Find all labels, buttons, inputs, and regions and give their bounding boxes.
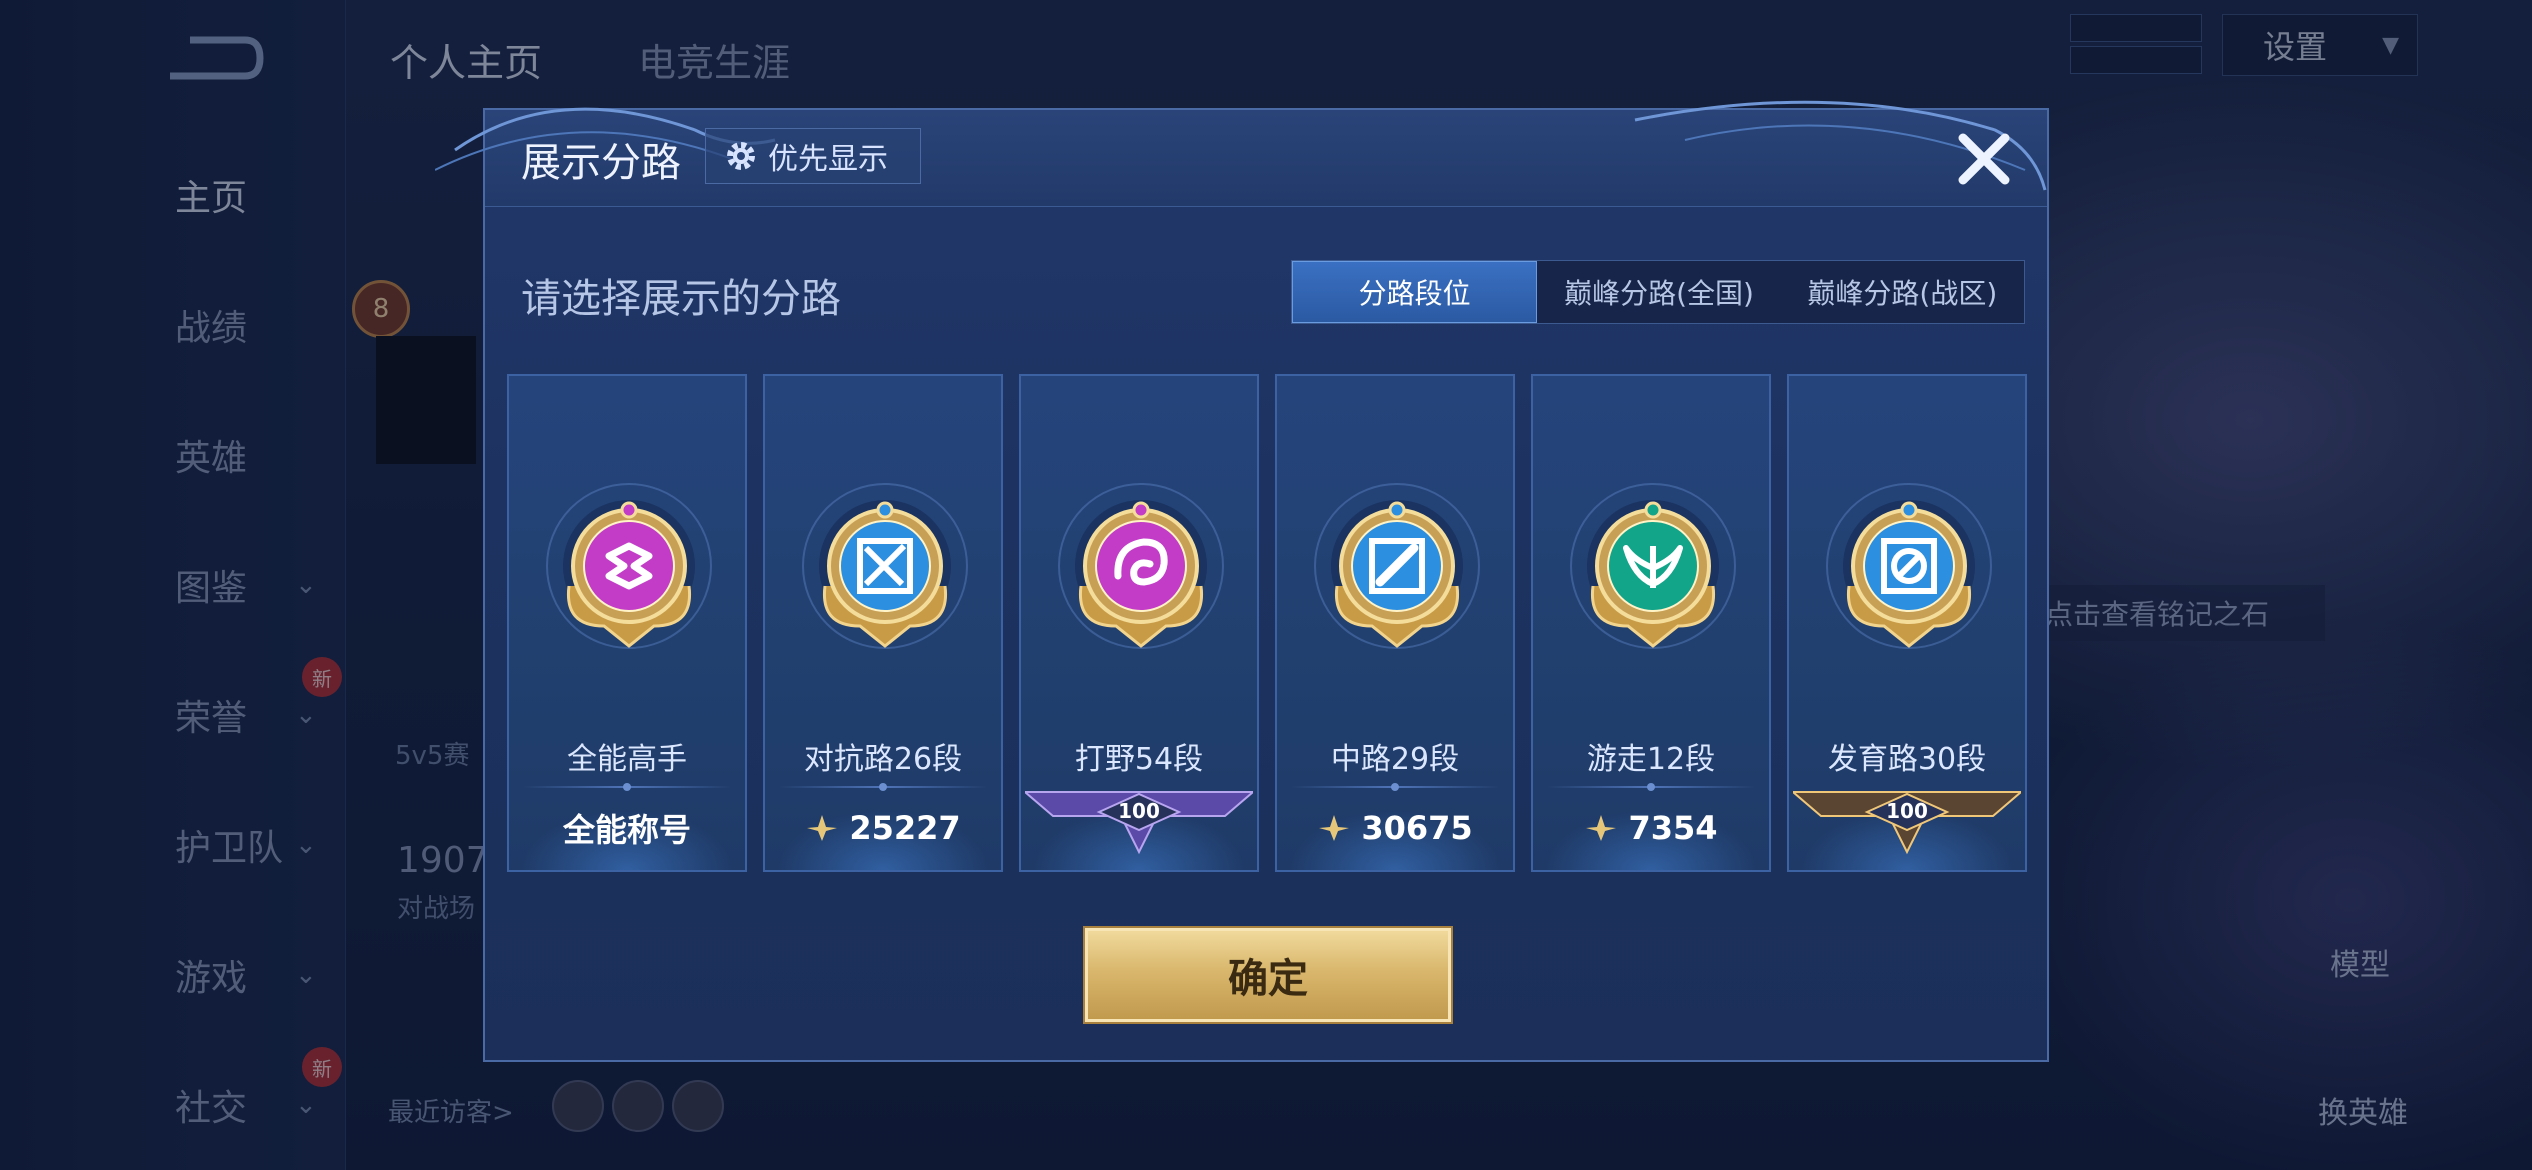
rank-star-ribbon-icon: 100: [1793, 791, 2021, 855]
lane-card-label: 游走12段: [1586, 742, 1716, 777]
lane-card-label: 对抗路26段: [803, 742, 963, 777]
lane-card[interactable]: 对抗路26段 25227: [763, 374, 1003, 872]
lane-card[interactable]: 全能高手 全能称号: [507, 374, 747, 872]
priority-display-label: 优先显示: [768, 142, 888, 177]
gear-icon: [727, 142, 755, 170]
peak-points-icon: [1586, 815, 1617, 841]
lane-card[interactable]: 打野54段 100: [1019, 374, 1259, 872]
lane-card-value: 25227: [765, 800, 1001, 856]
lane-emblem-icon: [1058, 483, 1224, 649]
lane-card-value-text: 7354: [1628, 809, 1718, 847]
rank-star-ribbon-icon: 100: [1025, 791, 1253, 855]
confirm-label: 确定: [1228, 956, 1308, 1002]
lane-card-value-text: 30675: [1361, 809, 1473, 847]
lane-emblem-icon: [1826, 483, 1992, 649]
lane-emblem-icon: [1570, 483, 1736, 649]
lane-card-label: 中路29段: [1330, 742, 1460, 777]
lane-tabs: 分路段位 巅峰分路(全国) 巅峰分路(战区): [1291, 260, 2025, 324]
divider: [1291, 783, 1499, 791]
divider: [779, 783, 987, 791]
lane-card-value-text: 25227: [849, 809, 961, 847]
tab-lane-rank[interactable]: 分路段位: [1292, 261, 1538, 323]
lane-card-value: 全能称号: [509, 800, 745, 856]
peak-points-icon: [1319, 815, 1350, 841]
lane-card-value: 30675: [1277, 800, 1513, 856]
peak-points-icon: [807, 815, 838, 841]
lane-card-label: 打野54段: [1074, 742, 1204, 777]
lane-card-value: 7354: [1533, 800, 1769, 856]
confirm-button[interactable]: 确定: [1085, 928, 1451, 1022]
lane-emblem-icon: [546, 483, 712, 649]
divider: [1547, 783, 1755, 791]
lane-emblem-icon: [1314, 483, 1480, 649]
lane-card[interactable]: 发育路30段 100: [1787, 374, 2027, 872]
dialog-subtitle: 请选择展示的分路: [521, 276, 841, 322]
lane-card-list: 全能高手 全能称号 对抗路26段 25227 打野54段 100 中路29段 30675 游走1…: [507, 374, 2027, 872]
lane-card[interactable]: 中路29段 30675: [1275, 374, 1515, 872]
lane-display-dialog: 展示分路 优先显示 请选择展示的分路 分路段位 巅峰分路(全国) 巅峰分路(战区…: [435, 100, 2049, 1062]
lane-card-label: 全能高手: [567, 742, 687, 777]
divider: [523, 783, 731, 791]
dialog-title: 展示分路: [521, 140, 681, 186]
tab-peak-lane-national[interactable]: 巅峰分路(全国): [1537, 261, 1780, 323]
lane-emblem-icon: [802, 483, 968, 649]
tab-peak-lane-region[interactable]: 巅峰分路(战区): [1781, 261, 2024, 323]
lane-card-value-text: 全能称号: [562, 811, 691, 849]
lane-card-label: 发育路30段: [1827, 742, 1987, 777]
rank-stars-text: 100: [1118, 799, 1160, 823]
rank-stars-text: 100: [1886, 799, 1928, 823]
priority-display-button[interactable]: 优先显示: [705, 128, 921, 184]
close-icon[interactable]: [1951, 126, 2017, 192]
lane-card[interactable]: 游走12段 7354: [1531, 374, 1771, 872]
